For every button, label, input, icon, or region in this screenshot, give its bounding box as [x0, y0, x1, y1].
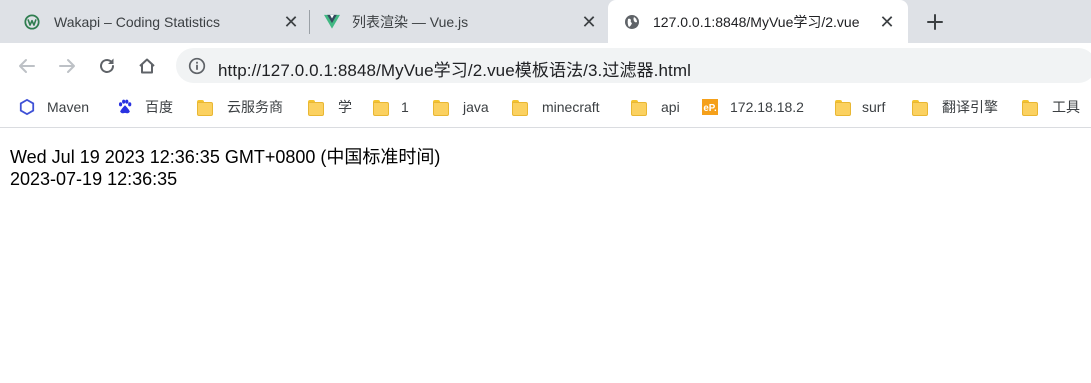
plus-icon [927, 14, 943, 30]
url-text[interactable]: http://127.0.0.1:8848/MyVue学习/2.vue模板语法/… [218, 56, 691, 81]
new-tab-button[interactable] [922, 9, 948, 35]
bookmark-folder-surf[interactable]: surf [835, 97, 885, 117]
close-icon[interactable]: ✕ [282, 13, 300, 31]
tab-current-page[interactable]: 127.0.0.1:8848/MyVue学习/2.vue ✕ [608, 0, 908, 43]
reload-button[interactable] [95, 54, 119, 78]
bookmark-label: 172.18.18.2 [730, 99, 804, 115]
bookmark-label: api [661, 99, 680, 115]
bookmark-folder-api[interactable]: api [631, 97, 680, 117]
home-icon [139, 58, 155, 74]
bookmark-label: java [463, 99, 489, 115]
bookmarks-bar: Maven 百度 云服务商 学 1 java minecraft api eP.… [0, 88, 1091, 128]
bookmark-folder-study[interactable]: 学 [308, 97, 352, 117]
back-arrow-icon [19, 59, 35, 73]
bookmark-folder-tools[interactable]: 工具 [1022, 97, 1080, 117]
folder-icon [912, 99, 928, 116]
home-button[interactable] [135, 54, 159, 78]
maven-icon [19, 98, 35, 116]
bookmark-folder-translate[interactable]: 翻译引擎 [912, 97, 998, 117]
tab-strip: Wakapi – Coding Statistics ✕ 列表渲染 — Vue.… [0, 0, 1091, 43]
tab-vue-list-rendering[interactable]: 列表渲染 — Vue.js ✕ [310, 0, 608, 43]
folder-icon [835, 99, 851, 116]
bookmark-label: 学 [338, 99, 352, 115]
tab-title: 127.0.0.1:8848/MyVue学习/2.vue [653, 13, 860, 30]
bookmark-label: 百度 [145, 99, 173, 115]
folder-icon [631, 99, 647, 116]
bookmark-folder-1[interactable]: 1 [373, 97, 409, 117]
bookmark-folder-cloud[interactable]: 云服务商 [197, 97, 283, 117]
page-content: Wed Jul 19 2023 12:36:35 GMT+0800 (中国标准时… [0, 129, 1091, 383]
bookmark-label: surf [862, 99, 886, 115]
bookmark-label: 工具 [1052, 99, 1080, 115]
filtered-date-text: 2023-07-19 12:36:35 [10, 169, 178, 189]
browser-toolbar: http://127.0.0.1:8848/MyVue学习/2.vue模板语法/… [0, 43, 1091, 88]
reload-icon [100, 58, 114, 73]
bookmark-folder-minecraft[interactable]: minecraft [512, 97, 600, 117]
info-icon[interactable] [188, 57, 206, 75]
raw-date-text: Wed Jul 19 2023 12:36:35 GMT+0800 (中国标准时… [10, 147, 441, 167]
back-button[interactable] [15, 54, 39, 78]
folder-icon [197, 99, 213, 116]
folder-icon [373, 99, 389, 116]
baidu-icon [117, 99, 133, 115]
bookmark-folder-java[interactable]: java [433, 97, 489, 117]
bookmark-label: 云服务商 [227, 99, 283, 115]
folder-icon [433, 99, 449, 116]
bookmark-baidu[interactable]: 百度 [117, 97, 173, 117]
vue-icon [324, 14, 340, 30]
bookmark-label: Maven [47, 99, 90, 115]
tab-wakapi[interactable]: Wakapi – Coding Statistics ✕ [12, 0, 308, 43]
bookmark-label: minecraft [542, 99, 600, 115]
bookmark-ep-ip[interactable]: eP. 172.18.18.2 [702, 97, 804, 117]
bookmark-label: 1 [401, 99, 409, 115]
svg-text:eP.: eP. [703, 103, 717, 114]
tab-title: Wakapi – Coding Statistics [54, 13, 220, 30]
close-icon[interactable]: ✕ [878, 13, 896, 31]
close-icon[interactable]: ✕ [580, 13, 598, 31]
tab-title: 列表渲染 — Vue.js [352, 13, 469, 30]
globe-icon [624, 14, 640, 30]
forward-button[interactable] [55, 54, 79, 78]
folder-icon [512, 99, 528, 116]
bookmark-label: 翻译引擎 [942, 99, 998, 115]
address-bar[interactable]: http://127.0.0.1:8848/MyVue学习/2.vue模板语法/… [176, 48, 1091, 83]
folder-icon [1022, 99, 1038, 116]
bookmark-maven[interactable]: Maven [19, 97, 89, 117]
forward-arrow-icon [59, 59, 75, 73]
folder-icon [308, 99, 324, 116]
ep-icon: eP. [702, 99, 718, 115]
wakapi-icon [24, 13, 40, 30]
